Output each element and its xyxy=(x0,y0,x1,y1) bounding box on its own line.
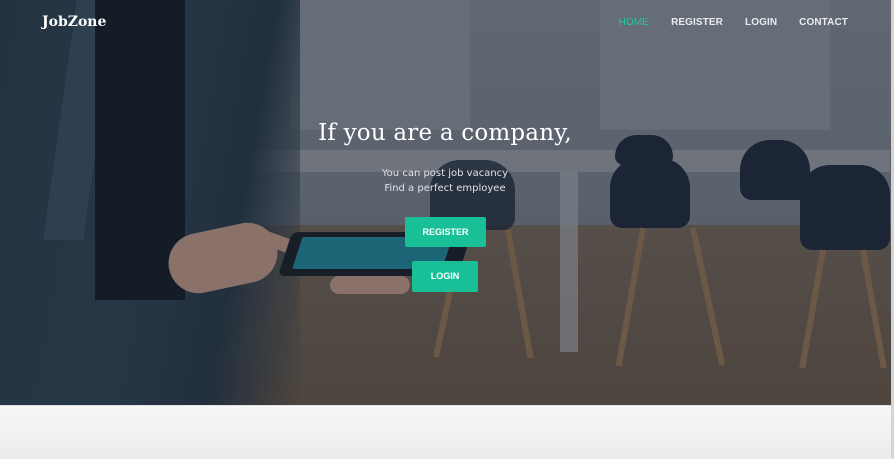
nav-item-register[interactable]: REGISTER xyxy=(671,17,723,28)
hero-title: If you are a company, xyxy=(318,120,572,146)
register-button[interactable]: REGISTER xyxy=(405,217,486,247)
hero-subtitle: You can post job vacancy Find a perfect … xyxy=(0,166,890,196)
navbar: JobZone HOME REGISTER LOGIN CONTACT xyxy=(0,0,894,46)
nav-item-home[interactable]: HOME xyxy=(619,17,649,28)
brand-logo[interactable]: JobZone xyxy=(42,14,106,30)
nav-item-contact[interactable]: CONTACT xyxy=(799,17,848,28)
hero-subtitle-line1: You can post job vacancy xyxy=(381,168,509,179)
hero-overlay xyxy=(0,0,894,405)
hero-subtitle-line2: Find a perfect employee xyxy=(384,183,506,194)
nav-item-login[interactable]: LOGIN xyxy=(745,17,777,28)
hero-section xyxy=(0,0,894,405)
login-button[interactable]: LOGIN xyxy=(412,261,478,292)
nav-links: HOME REGISTER LOGIN CONTACT xyxy=(619,17,848,28)
below-section xyxy=(0,405,894,459)
hero-content: If you are a company, You can post job v… xyxy=(0,120,890,196)
